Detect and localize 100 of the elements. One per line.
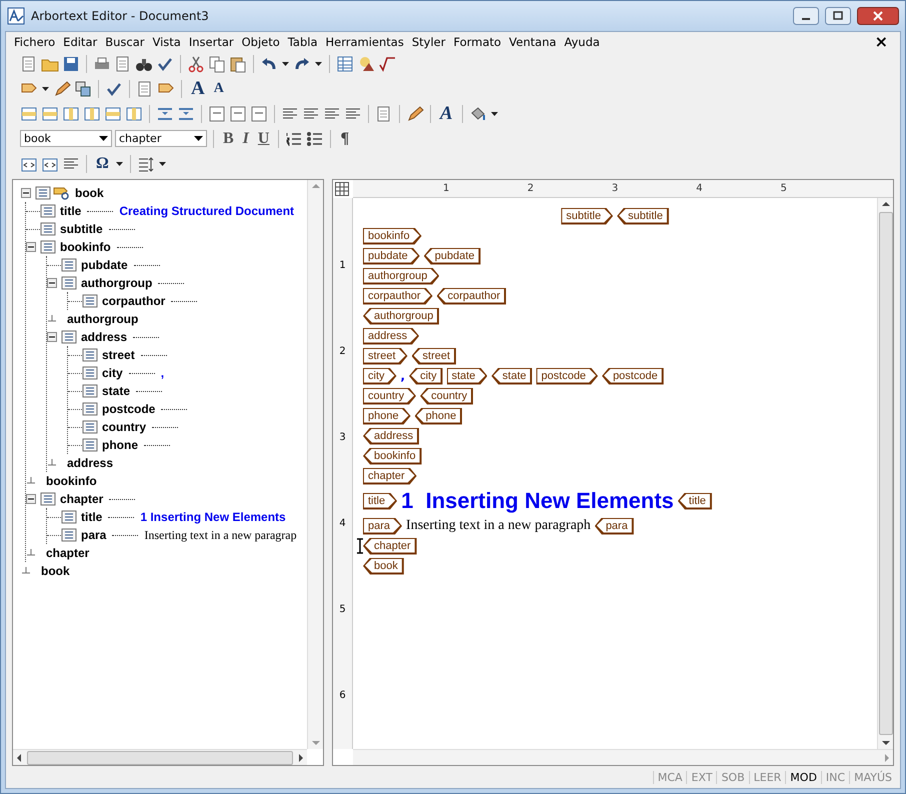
element-name[interactable]: city <box>102 366 123 380</box>
menu-item[interactable]: Ventana <box>505 34 560 48</box>
frame-icon[interactable] <box>208 104 226 122</box>
element-name[interactable]: corpauthor <box>102 294 166 308</box>
element-name[interactable]: postcode <box>102 402 156 416</box>
close-document-button[interactable]: × <box>866 32 896 51</box>
maximize-button[interactable] <box>825 7 851 25</box>
element-end-name[interactable]: bookinfo <box>46 474 97 488</box>
symbol-button[interactable]: Ω <box>93 154 112 172</box>
start-tag[interactable]: chapter <box>363 468 417 484</box>
menu-item[interactable]: Tabla <box>284 34 322 48</box>
end-tag[interactable]: phone <box>414 408 462 424</box>
start-tag[interactable]: authorgroup <box>363 268 440 284</box>
frame-icon[interactable] <box>250 104 268 122</box>
menu-item[interactable]: Buscar <box>101 34 148 48</box>
element-end-name[interactable]: address <box>67 456 114 470</box>
table-columns-icon[interactable] <box>62 104 80 122</box>
copy-icon[interactable] <box>208 54 226 72</box>
pilcrow-button[interactable]: ¶ <box>337 130 352 148</box>
close-button[interactable] <box>857 7 899 25</box>
start-tag[interactable]: state <box>446 368 488 384</box>
start-tag[interactable]: address <box>363 328 420 344</box>
scrollbar[interactable] <box>877 198 893 749</box>
element-name[interactable]: book <box>75 186 104 200</box>
end-tag[interactable]: title <box>678 492 712 510</box>
start-tag[interactable]: street <box>363 348 408 364</box>
decrease-font-button[interactable]: A <box>210 80 227 98</box>
element-name[interactable]: address <box>81 330 128 344</box>
start-tag[interactable]: subtitle <box>561 208 613 224</box>
menu-item[interactable]: Fichero <box>10 34 60 48</box>
menu-item[interactable]: Styler <box>408 34 450 48</box>
paint-bucket-icon[interactable] <box>468 104 487 122</box>
start-tag[interactable]: phone <box>363 408 411 424</box>
end-tag[interactable]: chapter <box>363 538 417 554</box>
table-rows-icon[interactable] <box>104 104 122 122</box>
element-name[interactable]: pubdate <box>81 258 128 272</box>
start-tag[interactable]: title <box>363 492 398 510</box>
collapse-icon[interactable] <box>47 278 57 288</box>
dropdown-arrow-icon[interactable] <box>194 136 203 142</box>
end-tag[interactable]: corpauthor <box>436 288 506 304</box>
minimize-button[interactable] <box>793 7 819 25</box>
end-tag[interactable]: book <box>363 558 404 574</box>
element-dropdown[interactable]: book <box>20 130 112 147</box>
pencil-icon[interactable] <box>53 80 71 98</box>
increase-font-button[interactable]: A <box>188 80 208 98</box>
element-name[interactable]: phone <box>102 438 138 452</box>
start-tag[interactable]: pubdate <box>363 248 420 264</box>
end-tag[interactable]: state <box>491 368 532 384</box>
menu-item[interactable]: Objeto <box>238 34 284 48</box>
end-tag[interactable]: postcode <box>602 368 664 384</box>
start-tag[interactable]: city <box>363 368 396 384</box>
paste-icon[interactable] <box>229 54 247 72</box>
menu-item[interactable]: Ayuda <box>560 34 604 48</box>
menu-item[interactable]: Herramientas <box>322 34 408 48</box>
end-tag[interactable]: bookinfo <box>363 448 422 464</box>
scrollbar[interactable] <box>13 749 307 765</box>
end-tag[interactable]: country <box>420 388 474 404</box>
element-name[interactable]: title <box>60 204 82 218</box>
end-tag[interactable]: city <box>409 368 443 384</box>
element-name[interactable]: street <box>102 348 135 362</box>
element-end-name[interactable]: authorgroup <box>67 312 138 326</box>
squares-icon[interactable] <box>74 80 92 98</box>
line-spacing-icon[interactable] <box>136 154 155 172</box>
table-icon[interactable] <box>335 182 349 196</box>
end-tag[interactable]: address <box>363 428 420 444</box>
bulleted-list-icon[interactable] <box>306 130 324 148</box>
collapse-icon[interactable] <box>26 494 36 504</box>
end-tag[interactable]: para <box>594 518 634 534</box>
start-tag[interactable]: country <box>363 388 416 404</box>
element-end-name[interactable]: chapter <box>46 546 90 560</box>
start-tag[interactable]: para <box>363 518 402 534</box>
square-root-icon[interactable] <box>378 54 396 72</box>
table-columns-icon[interactable] <box>125 104 143 122</box>
image-icon[interactable] <box>357 54 375 72</box>
element-end-name[interactable]: book <box>41 564 70 578</box>
end-tag[interactable]: pubdate <box>424 248 481 264</box>
table-columns-icon[interactable] <box>83 104 101 122</box>
underline-button[interactable]: U <box>254 130 272 148</box>
scrollbar[interactable] <box>353 749 893 765</box>
frame-icon[interactable] <box>229 104 247 122</box>
end-tag[interactable]: subtitle <box>617 208 669 224</box>
scissors-icon[interactable] <box>187 54 205 72</box>
bold-button[interactable]: B <box>220 130 237 148</box>
element-name[interactable]: title <box>81 510 102 524</box>
collapse-icon[interactable] <box>21 188 31 198</box>
start-tag[interactable]: postcode <box>536 368 598 384</box>
element-name[interactable]: bookinfo <box>60 240 111 254</box>
collapse-icon[interactable] <box>47 332 57 342</box>
pencil-icon[interactable] <box>406 104 424 122</box>
element-name[interactable]: para <box>81 528 106 542</box>
element-name[interactable]: state <box>102 384 130 398</box>
element-dropdown[interactable]: chapter <box>115 130 207 147</box>
end-tag[interactable]: street <box>412 348 456 364</box>
style-button[interactable]: A <box>437 104 456 122</box>
menu-item[interactable]: Insertar <box>184 34 238 48</box>
element-name[interactable]: chapter <box>60 492 104 506</box>
table-rows-icon[interactable] <box>41 104 59 122</box>
menu-item[interactable]: Formato <box>449 34 506 48</box>
element-name[interactable]: authorgroup <box>81 276 152 290</box>
end-tag[interactable]: authorgroup <box>363 308 440 324</box>
